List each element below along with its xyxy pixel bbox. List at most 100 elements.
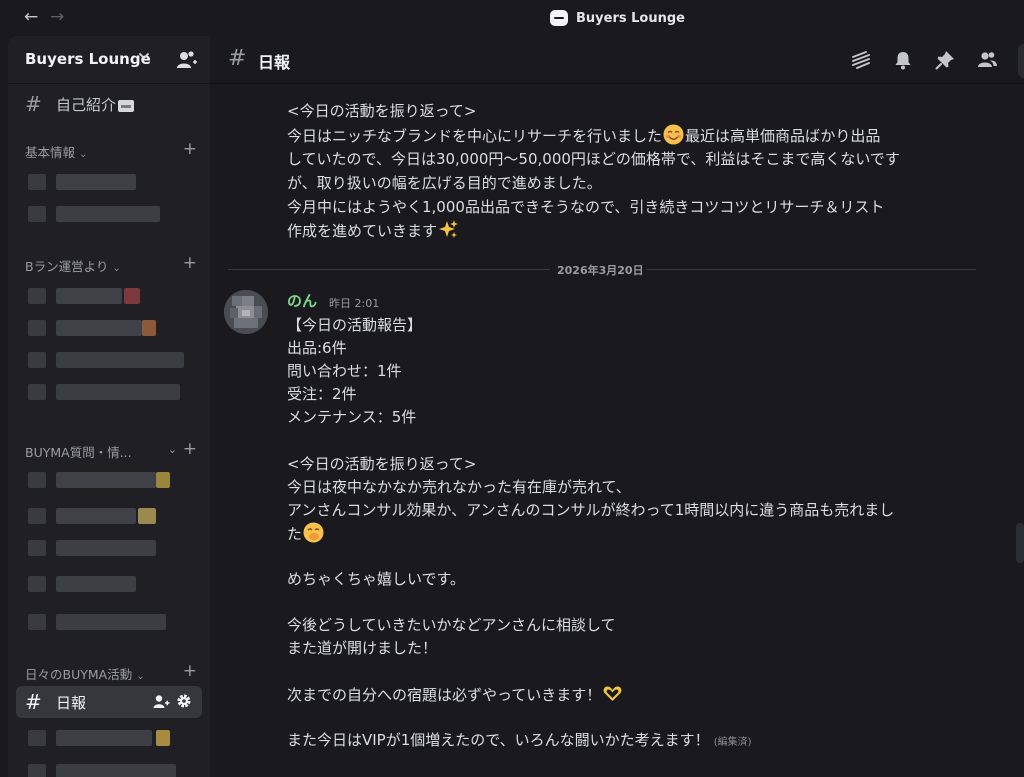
category-basic-info[interactable]: 基本情報 ⌄ + (25, 139, 201, 160)
blurred-hash (28, 320, 46, 336)
threads-icon[interactable] (850, 49, 872, 71)
blurred-hash (28, 288, 46, 304)
date-divider: 2026年3月20日 (228, 262, 976, 277)
blurred-emoji (156, 472, 170, 488)
blurred-channel[interactable] (28, 468, 198, 490)
scrollbar-thumb[interactable] (1016, 523, 1024, 563)
add-channel-icon[interactable]: + (183, 253, 197, 273)
message-line: 作成を進めていきます (287, 219, 460, 243)
message-line: 問い合わせ：1件 (287, 362, 402, 380)
blurred-label (56, 576, 136, 592)
blurred-label (56, 508, 136, 524)
invite-people-icon[interactable] (176, 50, 198, 70)
blurred-channel[interactable] (28, 316, 198, 338)
channel-sidebar: Buyers Lounge # 自己紹介 基本情報⌄ + Bラン運営より⌄ (8, 36, 210, 777)
card-box-icon (118, 99, 135, 112)
message-line: が、取り扱いの幅を広げる目的で進めました。 (287, 174, 602, 192)
blurred-label (56, 540, 156, 556)
hash-icon: # (228, 46, 247, 71)
face-with-open-eyes-and-hand-over-mouth-emoji-icon (303, 522, 324, 543)
invite-member-icon[interactable] (153, 694, 170, 713)
blurred-hash (28, 206, 46, 222)
blurred-label (56, 352, 184, 368)
edited-label: (編集済) (713, 737, 752, 748)
blurred-channel[interactable] (28, 536, 198, 558)
blurred-channel[interactable] (28, 284, 198, 306)
window-title: Buyers Lounge (576, 10, 685, 26)
blurred-channel[interactable] (28, 760, 198, 777)
sidebar-item-label: 日報 (56, 694, 87, 712)
category-buyma-questions[interactable]: BUYMA質問・情... ⌄ + (25, 439, 201, 460)
message-timestamp: 昨日 2:01 (329, 297, 380, 310)
category-label: 日々のBUYMA活動 ⌄ (25, 667, 145, 682)
category-label: BUYMA質問・情... (25, 445, 132, 460)
blurred-label (56, 288, 122, 304)
chevron-down-icon: ⌄ (136, 671, 145, 682)
title-bar: ← → Buyers Lounge (0, 0, 1024, 36)
add-channel-icon[interactable]: + (183, 139, 197, 159)
message-line: また道が開けました！ (287, 639, 438, 657)
back-arrow-icon[interactable]: ← (24, 7, 38, 27)
app-logo-icon (550, 10, 568, 26)
divider-rule-right (646, 269, 976, 270)
channel-header: # 日報 (210, 36, 1024, 84)
channel-title: 日報 (258, 53, 291, 72)
blurred-hash (28, 540, 46, 556)
message-line: 今月中にはようやく1,000品出品できそうなので、引き続きコツコツとリサーチ＆リ… (287, 198, 885, 216)
avatar[interactable] (224, 290, 268, 334)
blurred-hash (28, 508, 46, 524)
chevron-down-icon: ⌄ (112, 263, 121, 274)
forward-arrow-icon[interactable]: → (50, 7, 64, 27)
blurred-emoji (142, 320, 156, 336)
message-line: 今日はニッチなブランドを中心にリサーチを行いました 最近は高単価商品ばかり出品 (287, 124, 880, 148)
message-line: 受注：2件 (287, 385, 357, 403)
message-line: メンテナンス：5件 (287, 408, 417, 426)
blurred-channel[interactable] (28, 380, 198, 402)
blurred-emoji (124, 288, 140, 304)
blurred-emoji (156, 730, 170, 746)
message-line: 【今日の活動報告】 (287, 316, 423, 334)
blurred-channel[interactable] (28, 610, 198, 632)
category-b-run-admin[interactable]: Bラン運営より ⌄ + (25, 253, 201, 274)
message-list: <今日の活動を振り返って> 今日はニッチなブランドを中心にリサーチを行いました最… (210, 84, 1024, 777)
blurred-channel[interactable] (28, 202, 198, 224)
category-label: Bラン運営より ⌄ (25, 259, 121, 274)
hash-icon: # (25, 690, 42, 714)
blurred-label (56, 384, 180, 400)
message-line: <今日の活動を振り返って> (287, 102, 477, 120)
message-line: 次までの自分への宿題は必ずやっていきます！ (287, 683, 624, 707)
add-channel-icon[interactable]: + (183, 439, 197, 459)
sidebar-item-label: 自己紹介 (56, 94, 135, 115)
add-channel-icon[interactable]: + (183, 661, 197, 681)
blurred-hash (28, 764, 46, 777)
heart-hands-emoji-icon (602, 683, 623, 704)
pin-icon[interactable] (934, 49, 956, 71)
chevron-down-icon: ⌄ (167, 443, 177, 456)
blurred-label (56, 472, 156, 488)
gear-icon[interactable] (176, 693, 192, 713)
message-line: 出品:6件 (287, 339, 347, 357)
blurred-channel[interactable] (28, 348, 198, 370)
bell-icon[interactable] (892, 49, 914, 71)
sidebar-item-self-intro[interactable]: # 自己紹介 (16, 88, 202, 120)
blurred-label (56, 730, 152, 746)
blurred-hash (28, 384, 46, 400)
blurred-channel[interactable] (28, 170, 198, 192)
server-header[interactable]: Buyers Lounge (8, 36, 210, 84)
message-line: <今日の活動を振り返って> (287, 455, 477, 473)
sidebar-item-daily-report[interactable]: # 日報 (16, 686, 202, 718)
blurred-label (56, 206, 160, 222)
blurred-channel[interactable] (28, 572, 198, 594)
member-list-icon[interactable] (976, 49, 998, 71)
blurred-hash (28, 614, 46, 630)
blurred-hash (28, 174, 46, 190)
chevron-down-icon: ⌄ (79, 149, 88, 160)
chevron-down-icon (138, 50, 150, 66)
message-author[interactable]: のん (287, 290, 317, 311)
blurred-hash (28, 472, 46, 488)
message-line: 今日は夜中なかなか売れなかった有在庫が売れて、 (287, 478, 631, 496)
blurred-channel[interactable] (28, 726, 198, 748)
category-daily-buyma[interactable]: 日々のBUYMA活動 ⌄ + (25, 661, 201, 682)
blurred-channel[interactable] (28, 504, 198, 526)
search-bar-edge[interactable] (1018, 44, 1024, 78)
